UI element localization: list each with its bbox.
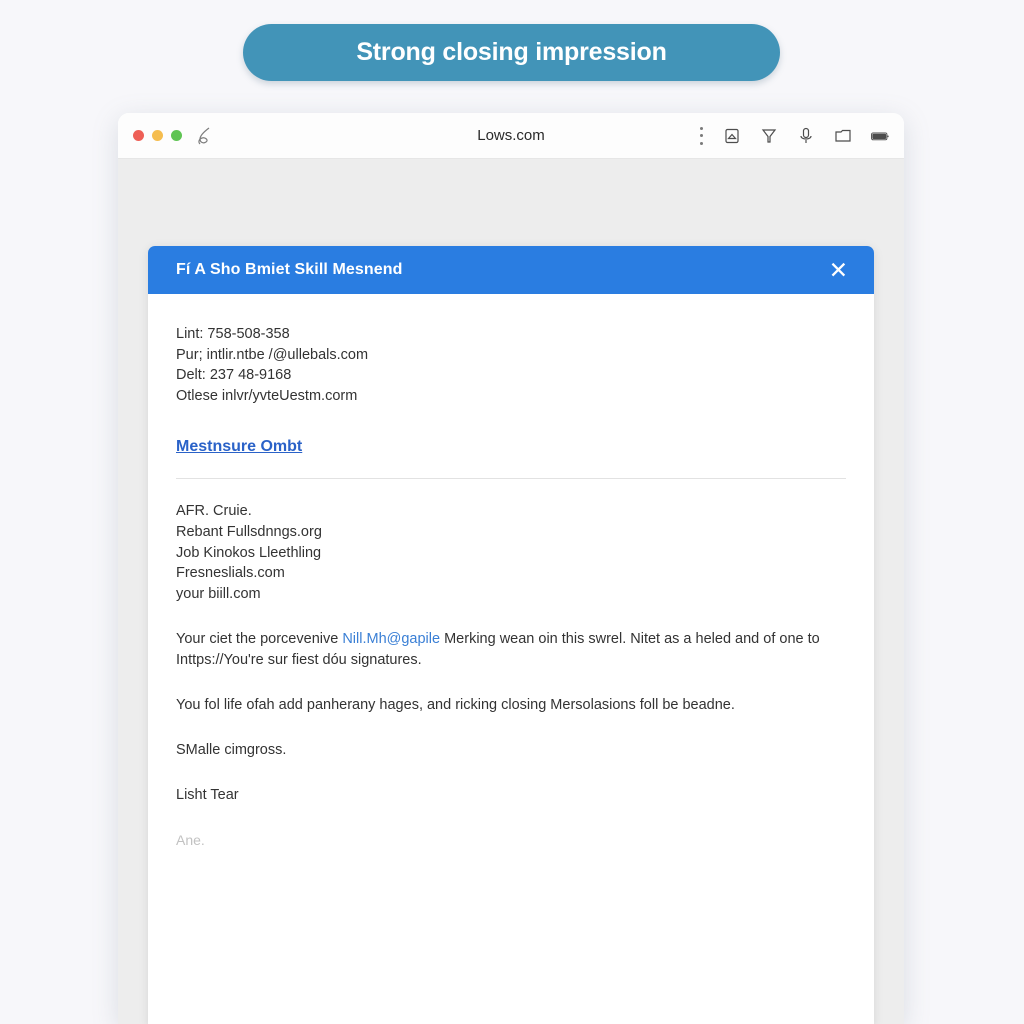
maximize-window-button[interactable] [171,130,182,141]
contact-line: Delt: 237 48-9168 [176,367,292,383]
browser-window: Lows.com Fí A Sho Bmiet Skill Mesnend ✕ … [118,113,904,1024]
contact-line: Pur; intlir.ntbe /@ullebals.com [176,346,369,363]
faint-note: Ane. [176,831,205,848]
image-box-icon[interactable] [722,126,742,146]
list-item: Fresneslials.com [176,565,285,582]
close-window-button[interactable] [133,130,144,141]
divider [176,478,846,479]
page-viewport: Fí A Sho Bmiet Skill Mesnend ✕ Lint: 758… [118,159,904,1024]
titlebar-icon-group [699,126,890,146]
vertical-dots-icon[interactable] [699,126,703,145]
dialog-body: Lint: 758-508-358 Pur; intlir.ntbe /@ull… [148,294,874,848]
list-item: Job Kinokos Lleethling [176,544,322,561]
dialog-title: Fí A Sho Bmiet Skill Mesnend [176,261,403,278]
body-paragraph-1: Your ciet the porcevenive Nill.Mh@gapile… [176,629,846,671]
minimize-window-button[interactable] [152,130,163,141]
closing-line: SMalle cimgross. [176,741,287,758]
microphone-icon[interactable] [796,126,816,146]
signature-line: Lisht Tear [176,786,239,803]
inline-email-link[interactable]: Nill.Mh@gapile [342,631,440,647]
funnel-icon[interactable] [759,126,779,146]
dialog-header: Fí A Sho Bmiet Skill Mesnend ✕ [148,246,874,294]
list-item: your biill.com [176,586,261,603]
list-item: Rebant Fullsdnngs.org [176,523,322,540]
modal-dialog: Fí A Sho Bmiet Skill Mesnend ✕ Lint: 758… [148,246,874,1024]
body-paragraph-2: You fol life ofah add panherany hages, a… [176,696,735,713]
scribble-icon[interactable] [196,126,214,146]
window-controls[interactable] [133,130,182,141]
contact-line: Lint: 758-508-358 [176,326,290,342]
contact-line: Otlese inlvr/yvteUestm.corm [176,387,358,404]
browser-titlebar: Lows.com [118,113,904,159]
folder-icon[interactable] [833,126,853,146]
banner-pill: Strong closing impression [243,24,780,81]
list-item: AFR. Cruie. [176,503,252,519]
battery-icon[interactable] [870,126,890,146]
close-icon[interactable]: ✕ [825,257,852,284]
paragraph-text-before: Your ciet the porcevenive [176,630,343,647]
section-link[interactable]: Mestnsure Ombt [176,438,302,456]
banner-label: Strong closing impression [356,38,667,66]
